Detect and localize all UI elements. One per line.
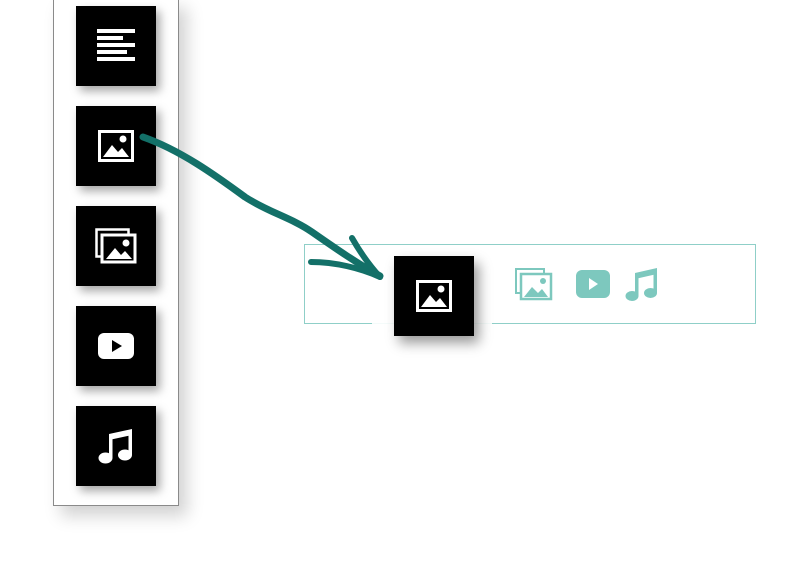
block-palette [53,0,179,506]
video-tool[interactable] [76,306,156,386]
gallery-icon[interactable] [515,268,553,301]
text-lines-icon [97,29,135,61]
audio-tool[interactable] [76,406,156,486]
text-block-tool[interactable] [76,6,156,86]
music-note-icon [98,429,132,464]
music-note-icon[interactable] [624,267,660,303]
image-tool[interactable] [76,106,156,186]
gallery-tool[interactable] [76,206,156,286]
dragged-image-tile[interactable] [394,256,474,336]
image-icon [416,280,452,312]
play-icon [98,333,134,359]
play-icon[interactable] [576,270,610,298]
gallery-icon [95,228,137,264]
image-icon [98,130,134,162]
